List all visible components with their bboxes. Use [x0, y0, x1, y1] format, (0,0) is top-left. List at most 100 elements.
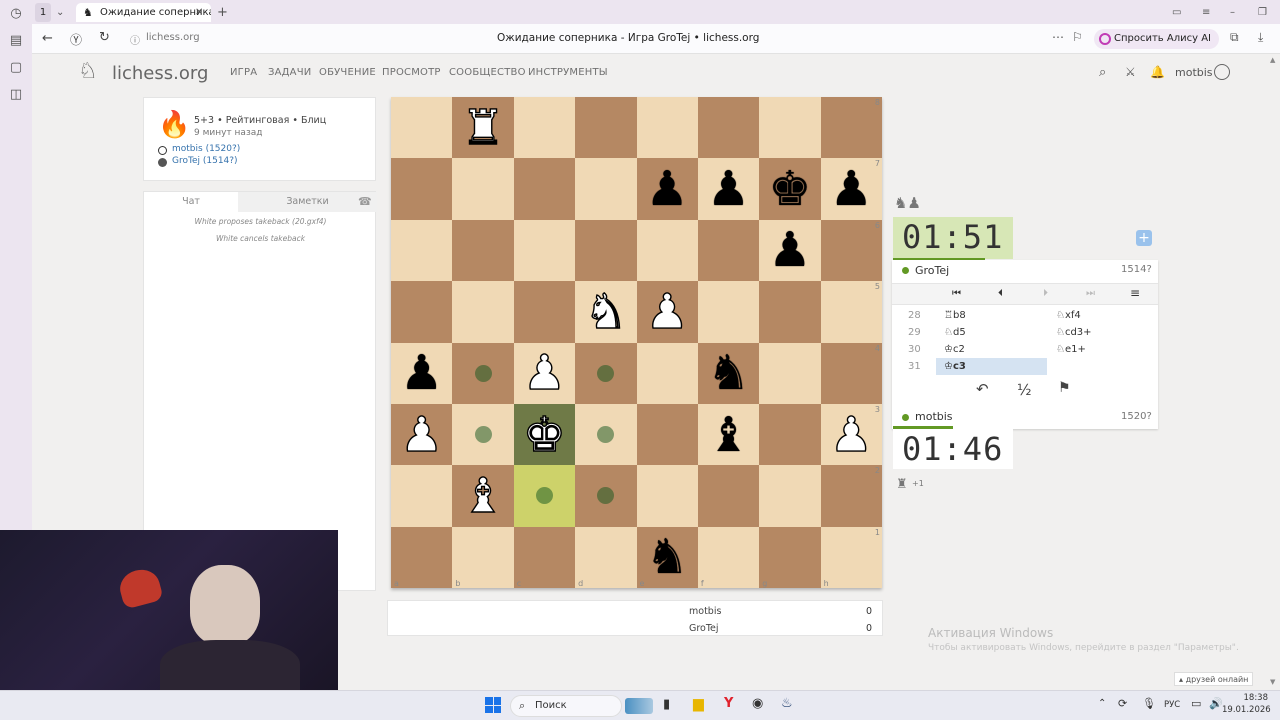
black-bishop-icon[interactable]: ♝: [707, 411, 750, 459]
square-g4[interactable]: [759, 342, 821, 404]
square-c8[interactable]: [513, 97, 576, 159]
maximize-icon[interactable]: ❐: [1258, 3, 1267, 22]
url-text[interactable]: lichess.org: [146, 32, 200, 43]
active-tab[interactable]: ♞ Ожидание соперника: [76, 3, 211, 22]
square-h7[interactable]: ♟ 7: [820, 158, 882, 220]
tab-close-icon[interactable]: ✕: [195, 3, 203, 22]
square-d3[interactable]: [575, 403, 637, 466]
square-d5[interactable]: ♞: [575, 281, 637, 343]
move-white[interactable]: ♔c2: [944, 344, 965, 355]
white-pawn-icon[interactable]: ♟: [645, 287, 689, 336]
move-hint-dot[interactable]: [597, 426, 615, 444]
square-a3[interactable]: ♟: [391, 403, 453, 466]
square-d6[interactable]: [575, 219, 637, 282]
takeback-icon[interactable]: ↶: [976, 380, 989, 398]
resign-flag-icon[interactable]: ⚑: [1058, 380, 1071, 396]
square-b4[interactable]: [452, 342, 514, 404]
downloads-icon[interactable]: ⤓: [1258, 30, 1263, 45]
square-h1[interactable]: 1h: [820, 526, 882, 588]
square-d4[interactable]: [575, 342, 637, 404]
square-g5[interactable]: [759, 281, 821, 343]
square-f2[interactable]: [697, 465, 760, 527]
black-king-icon[interactable]: ♚: [768, 165, 811, 213]
white-pawn-icon[interactable]: ♟: [522, 348, 566, 397]
site-logo[interactable]: lichess.org: [112, 63, 208, 84]
prev-move-icon[interactable]: ⏴: [998, 288, 1003, 299]
white-king-icon[interactable]: ♚: [522, 410, 566, 459]
square-a5[interactable]: [391, 281, 453, 343]
square-h3[interactable]: ♟ 3: [820, 403, 882, 466]
last-move-icon[interactable]: ⏭: [1086, 288, 1095, 299]
square-c6[interactable]: [513, 219, 576, 282]
move-hint-dot[interactable]: [597, 487, 615, 505]
black-knight-icon[interactable]: ♞: [646, 533, 689, 581]
square-c7[interactable]: [513, 158, 576, 220]
page-scrollbar[interactable]: ▲ ▼: [1268, 54, 1280, 690]
square-f3[interactable]: ♝: [697, 403, 760, 466]
menu-icon[interactable]: ≡: [1202, 3, 1210, 22]
nav-tools[interactable]: ИНСТРУМЕНТЫ: [528, 67, 608, 78]
lichess-logo-icon[interactable]: ♘: [78, 59, 98, 84]
sidepanel-icon[interactable]: ⧉: [1230, 30, 1239, 45]
square-g8[interactable]: [759, 97, 821, 159]
back-icon[interactable]: ←: [42, 31, 53, 46]
black-knight-icon[interactable]: ♞: [707, 349, 750, 397]
offer-draw-button[interactable]: ½: [1017, 381, 1032, 399]
square-g1[interactable]: g: [759, 526, 821, 588]
move-white-current[interactable]: ♔c3: [944, 361, 966, 372]
taskbar-search[interactable]: ⌕ Поиск: [510, 695, 653, 717]
history-icon[interactable]: ◷: [8, 6, 24, 22]
menu-hamburger-icon[interactable]: ≡: [1130, 286, 1140, 300]
square-a6[interactable]: [391, 219, 453, 282]
first-move-icon[interactable]: ⏮: [952, 288, 961, 299]
square-g7[interactable]: ♚: [759, 158, 821, 220]
black-pawn-icon[interactable]: ♟: [646, 165, 689, 213]
windows-start-icon[interactable]: [485, 697, 501, 713]
search-icon[interactable]: ⌕: [1099, 65, 1106, 80]
square-b1[interactable]: b: [452, 526, 514, 588]
square-g6[interactable]: ♟: [759, 219, 821, 282]
white-pawn-icon[interactable]: ♟: [399, 410, 443, 459]
white-pawn-icon[interactable]: ♟: [829, 410, 873, 459]
move-black[interactable]: ♘e1+: [1056, 344, 1086, 355]
square-b3[interactable]: [452, 403, 514, 466]
square-c2[interactable]: [513, 465, 576, 527]
new-tab-icon[interactable]: +: [217, 3, 228, 22]
language-indicator[interactable]: РУС: [1164, 700, 1180, 710]
black-player-link[interactable]: GroTej (1514?): [172, 156, 238, 166]
square-c3[interactable]: ♚: [513, 403, 576, 466]
square-f4[interactable]: ♞: [697, 342, 760, 404]
black-pawn-icon[interactable]: ♟: [707, 165, 750, 213]
square-b8[interactable]: ♜: [452, 97, 514, 159]
voice-chat-icon[interactable]: ☎: [358, 195, 372, 208]
square-b2[interactable]: ♝: [452, 465, 514, 527]
square-f1[interactable]: f: [697, 526, 760, 588]
square-b6[interactable]: [452, 219, 514, 282]
reload-icon[interactable]: ↻: [99, 30, 110, 45]
square-d1[interactable]: d: [575, 526, 637, 588]
square-c4[interactable]: ♟: [513, 342, 576, 404]
square-d7[interactable]: [575, 158, 637, 220]
tray-app-icon[interactable]: ⟳: [1118, 697, 1127, 710]
square-h2[interactable]: 2: [820, 465, 882, 527]
nav-watch[interactable]: ПРОСМОТР: [382, 67, 441, 78]
black-pawn-icon[interactable]: ♟: [768, 226, 811, 274]
username-link[interactable]: motbis: [1175, 66, 1213, 79]
move-white[interactable]: ♖b8: [944, 310, 966, 321]
more-icon[interactable]: ⋯: [1052, 30, 1064, 44]
square-h5[interactable]: 5: [820, 281, 882, 343]
black-pawn-icon[interactable]: ♟: [830, 165, 873, 213]
square-h4[interactable]: 4: [820, 342, 882, 404]
nav-play[interactable]: ИГРА: [230, 67, 257, 78]
square-e6[interactable]: [636, 219, 698, 282]
clock-date[interactable]: 19.01.2026: [1222, 705, 1271, 715]
tab-list-chevron-icon[interactable]: ⌄: [56, 3, 64, 22]
friends-online-button[interactable]: ▴ друзей онлайн: [1174, 672, 1254, 686]
steam-icon[interactable]: ♨: [781, 696, 793, 711]
tab-counter[interactable]: 1: [35, 3, 51, 22]
opponent-name[interactable]: GroTej: [915, 264, 949, 277]
collections-icon[interactable]: ▤: [8, 33, 24, 49]
tab-notes[interactable]: Заметки: [238, 192, 377, 212]
move-hint-dot[interactable]: [474, 426, 492, 444]
move-hint-dot[interactable]: [535, 487, 553, 505]
